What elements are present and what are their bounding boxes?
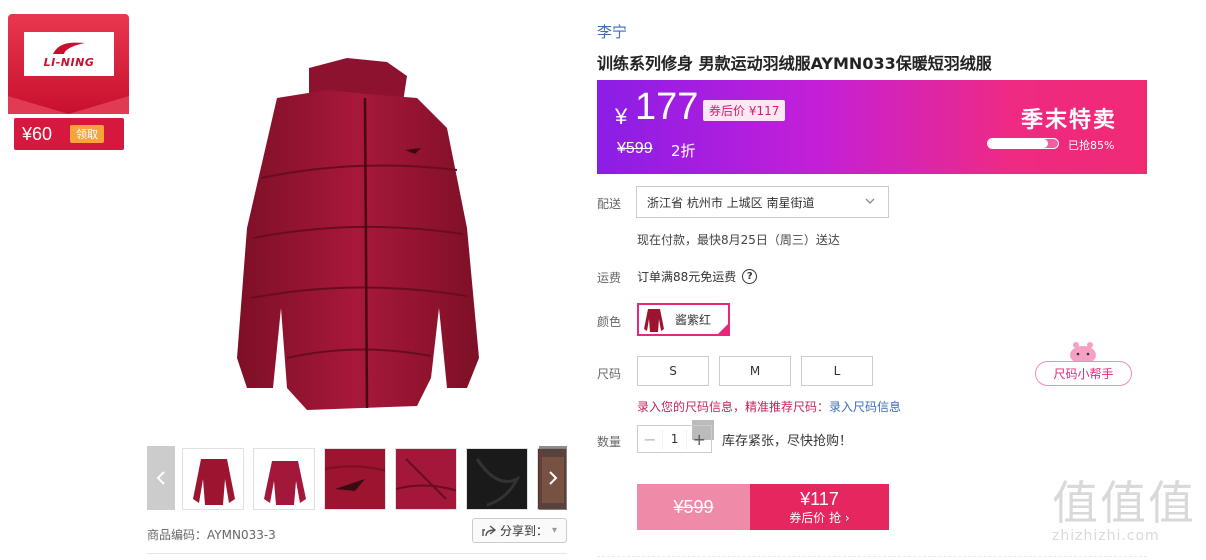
size-option-l[interactable]: L	[801, 356, 873, 386]
address-value: 浙江省 杭州市 上城区 南星街道	[647, 195, 815, 210]
sku-code: 商品编码：AYMN033-3	[147, 528, 276, 542]
shipping-label: 运费	[597, 271, 622, 285]
thumbnail-1[interactable]	[182, 448, 244, 510]
badge-ribbon	[8, 96, 129, 114]
coupon-claim-button[interactable]: 领取	[70, 125, 105, 143]
sale-progress-fill	[988, 139, 1048, 148]
color-name: 酱紫红	[675, 313, 712, 327]
color-swatch	[644, 308, 664, 332]
after-coupon-badge: 券后价 ¥117	[703, 100, 786, 121]
thumbnail-2[interactable]	[253, 448, 315, 510]
chevron-right-icon	[549, 471, 558, 485]
quantity-stepper: − 1 +	[637, 425, 712, 453]
buy-coupon-label: 券后价 抢 ›	[789, 510, 850, 525]
brand-badge[interactable]: LI-NING	[8, 14, 129, 114]
buy-original-price-button[interactable]: ¥599	[637, 484, 750, 530]
quantity-plus-button[interactable]: +	[686, 429, 711, 449]
thumbnail-next-button[interactable]	[539, 446, 567, 510]
chevron-left-icon	[156, 471, 165, 485]
discount-label: 2折	[671, 142, 696, 160]
chevron-down-icon	[865, 198, 875, 204]
li-ning-logo: LI-NING	[24, 32, 114, 76]
watermark-glyphs: 值值值	[1052, 476, 1196, 530]
color-option-selected[interactable]: 酱紫红	[637, 303, 730, 336]
logo-text: LI-NING	[43, 55, 95, 69]
quantity-minus-button[interactable]: −	[638, 429, 663, 449]
help-icon[interactable]: ?	[742, 269, 758, 284]
buy-coupon-button[interactable]: ¥117 券后价 抢 ›	[750, 484, 889, 530]
share-button[interactable]: 分享到： ▾	[472, 518, 567, 543]
sale-title: 季末特卖	[1021, 108, 1118, 133]
buy-coupon-price: ¥117	[800, 488, 839, 509]
li-ning-swoosh-icon	[53, 42, 85, 54]
site-watermark: 值值值 zhizhizhi.com	[1052, 478, 1202, 558]
quantity-input[interactable]: 1	[663, 432, 687, 446]
thumbnail-5[interactable]	[466, 448, 528, 510]
shipping-text: 订单满88元免运费	[637, 270, 737, 284]
share-caret-icon: ▾	[551, 525, 558, 536]
address-select[interactable]: 浙江省 杭州市 上城区 南星街道	[636, 186, 889, 218]
size-tip-link[interactable]: 录入尺码信息	[829, 400, 901, 414]
divider	[147, 553, 567, 554]
size-option-s[interactable]: S	[637, 356, 709, 386]
thumbnail-strip	[147, 446, 567, 510]
thumbnail-prev-button[interactable]	[147, 446, 175, 510]
size-tip: 录入您的尺码信息，精准推荐尺码：录入尺码信息	[637, 398, 901, 415]
size-helper-button[interactable]: 尺码小帮手	[1035, 361, 1132, 386]
coupon-amount: ¥60	[22, 123, 53, 144]
shipping-info: 订单满88元免运费 ?	[637, 268, 758, 285]
main-product-image[interactable]	[147, 0, 776, 492]
thumbnail-3[interactable]	[324, 448, 386, 510]
stock-note: 库存紧张，尽快抢购！	[722, 434, 853, 449]
quantity-label: 数量	[597, 435, 622, 449]
buy-button-group: ¥599 ¥117 券后价 抢 ›	[637, 484, 889, 530]
delivery-label: 配送	[597, 197, 622, 211]
coupon-bar[interactable]: ¥60 领取	[14, 118, 124, 150]
brand-link[interactable]: 李宁	[597, 21, 627, 42]
product-title: 训练系列修身 男款运动羽绒服AYMN033保暖短羽绒服	[597, 54, 992, 73]
sale-progress-label: 已抢85%	[1068, 139, 1115, 152]
share-icon	[482, 524, 496, 536]
selected-check-icon	[716, 322, 730, 336]
size-option-m[interactable]: M	[719, 356, 791, 386]
size-tip-text: 录入您的尺码信息，精准推荐尺码：	[637, 400, 830, 414]
down-jacket-image	[237, 58, 479, 410]
original-price: ¥599	[617, 140, 653, 157]
share-label: 分享到：	[499, 524, 548, 538]
size-label: 尺码	[597, 367, 622, 381]
thumbnail-4[interactable]	[395, 448, 457, 510]
price-currency: ¥	[615, 104, 628, 129]
watermark-url: zhizhizhi.com	[1052, 528, 1160, 544]
color-label: 颜色	[597, 315, 622, 329]
delivery-note: 现在付款，最快8月25日（周三）送达	[637, 233, 840, 247]
sale-progress-bar	[987, 138, 1059, 149]
price-banner: ¥ 177 券后价 ¥117 ¥599 2折 季末特卖 已抢85%	[597, 80, 1147, 174]
current-price: 177	[635, 86, 699, 128]
